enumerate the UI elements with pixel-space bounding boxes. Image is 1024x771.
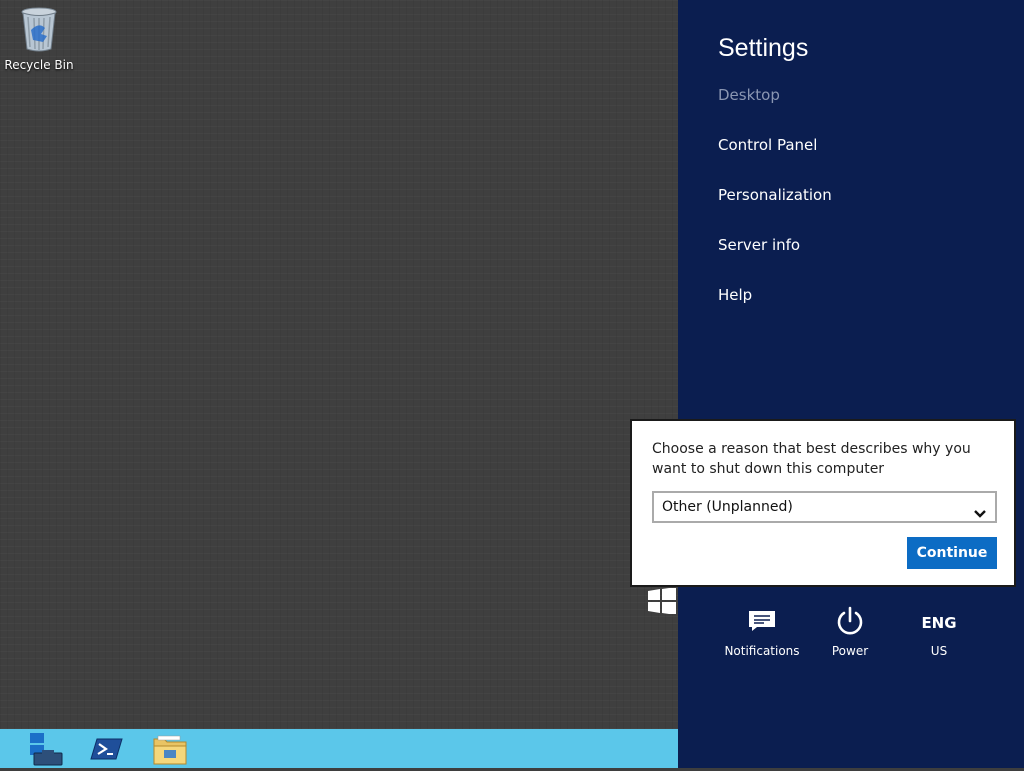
power-label: Power: [831, 644, 869, 658]
shutdown-reason-selected-value: Other (Unplanned): [662, 499, 793, 515]
shutdown-reason-prompt: Choose a reason that best describes why …: [652, 441, 971, 477]
power-button[interactable]: Power: [806, 606, 894, 658]
shutdown-reason-select[interactable]: Other (Unplanned): [652, 491, 997, 523]
settings-item-personalization[interactable]: Personalization: [718, 186, 832, 204]
recycle-bin-label: Recycle Bin: [4, 58, 74, 72]
settings-title: Settings: [718, 34, 809, 62]
notifications-icon: [748, 610, 776, 636]
windows-logo-icon: [646, 587, 678, 618]
taskbar-server-manager-button[interactable]: [26, 731, 66, 767]
server-manager-icon: [26, 733, 66, 771]
taskbar: [0, 729, 678, 768]
taskbar-file-explorer-button[interactable]: [150, 731, 190, 767]
settings-charm-panel: Settings Desktop Control Panel Personali…: [678, 0, 1024, 768]
settings-item-help[interactable]: Help: [718, 286, 752, 304]
continue-button[interactable]: Continue: [907, 537, 997, 569]
powershell-icon: [88, 738, 128, 771]
notifications-label: Notifications: [724, 644, 800, 658]
chevron-down-icon: [973, 501, 987, 529]
notifications-button[interactable]: Notifications: [718, 606, 806, 658]
settings-item-control-panel[interactable]: Control Panel: [718, 136, 817, 154]
power-icon: [835, 606, 865, 640]
file-explorer-icon: [150, 735, 190, 771]
language-region: US: [930, 644, 948, 658]
settings-item-desktop: Desktop: [718, 86, 780, 104]
taskbar-powershell-button[interactable]: [88, 731, 128, 767]
settings-item-server-info[interactable]: Server info: [718, 236, 800, 254]
shutdown-reason-dialog: Choose a reason that best describes why …: [630, 419, 1016, 587]
recycle-bin-icon: [19, 7, 59, 56]
desktop: Recycle Bin: [0, 0, 678, 729]
language-code: ENG: [921, 614, 957, 632]
keyboard-language-button[interactable]: ENG US: [895, 606, 983, 658]
desktop-icon-recycle-bin[interactable]: Recycle Bin: [4, 6, 74, 72]
